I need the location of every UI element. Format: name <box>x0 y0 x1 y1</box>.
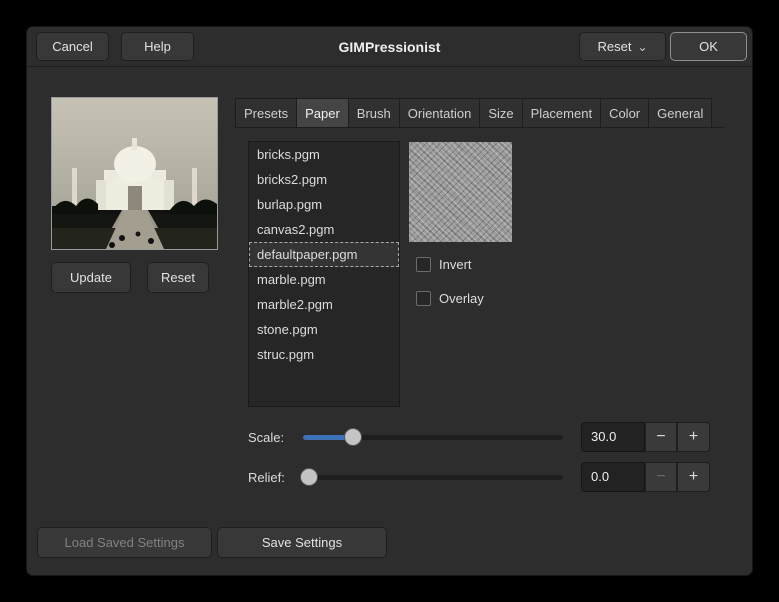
gimpressionist-dialog: Cancel Help GIMPressionist Reset⌄ OK <box>26 26 753 576</box>
list-item[interactable]: marble2.pgm <box>249 292 399 317</box>
invert-checkbox-row: Invert <box>416 257 472 272</box>
tab-size[interactable]: Size <box>480 98 522 127</box>
scale-label: Scale: <box>248 430 284 445</box>
chevron-down-icon: ⌄ <box>637 40 647 54</box>
tab-general[interactable]: General <box>649 98 712 127</box>
preview-image <box>51 97 218 250</box>
tab-placement[interactable]: Placement <box>523 98 601 127</box>
overlay-label: Overlay <box>439 291 484 306</box>
reset-menu-label: Reset <box>597 39 631 54</box>
dialog-header: Cancel Help GIMPressionist Reset⌄ OK <box>27 27 752 67</box>
load-saved-settings-button[interactable]: Load Saved Settings <box>37 527 212 558</box>
relief-slider-handle[interactable] <box>300 468 318 486</box>
list-item[interactable]: marble.pgm <box>249 267 399 292</box>
list-item-selected[interactable]: defaultpaper.pgm <box>249 242 399 267</box>
relief-label: Relief: <box>248 470 285 485</box>
scale-slider-handle[interactable] <box>344 428 362 446</box>
preview-reset-button[interactable]: Reset <box>147 262 209 293</box>
invert-label: Invert <box>439 257 472 272</box>
scale-value-field[interactable]: 30.0 <box>581 422 645 452</box>
list-item[interactable]: canvas2.pgm <box>249 217 399 242</box>
list-item[interactable]: burlap.pgm <box>249 192 399 217</box>
overlay-checkbox-row: Overlay <box>416 291 484 306</box>
tab-orientation[interactable]: Orientation <box>400 98 481 127</box>
tab-color[interactable]: Color <box>601 98 649 127</box>
update-button[interactable]: Update <box>51 262 131 293</box>
tab-brush[interactable]: Brush <box>349 98 400 127</box>
relief-slider-track[interactable] <box>303 475 563 480</box>
invert-checkbox[interactable] <box>416 257 431 272</box>
tab-presets[interactable]: Presets <box>235 98 297 127</box>
relief-value-field[interactable]: 0.0 <box>581 462 645 492</box>
paper-texture-preview <box>409 142 512 242</box>
ok-button[interactable]: OK <box>670 32 747 61</box>
paper-file-list: bricks.pgm bricks2.pgm burlap.pgm canvas… <box>248 141 400 407</box>
list-item[interactable]: struc.pgm <box>249 342 399 367</box>
reset-menu-button[interactable]: Reset ⌄ <box>579 32 666 61</box>
scale-increment-button[interactable]: + <box>677 422 710 452</box>
notebook-tabs: Presets Paper Brush Orientation Size Pla… <box>235 98 725 128</box>
scale-decrement-button[interactable]: − <box>645 422 677 452</box>
relief-decrement-button[interactable]: − <box>645 462 677 492</box>
overlay-checkbox[interactable] <box>416 291 431 306</box>
save-settings-button[interactable]: Save Settings <box>217 527 387 558</box>
list-item[interactable]: stone.pgm <box>249 317 399 342</box>
list-item[interactable]: bricks2.pgm <box>249 167 399 192</box>
tab-paper[interactable]: Paper <box>297 98 349 127</box>
taj-mahal-preview-art <box>52 98 217 249</box>
list-item[interactable]: bricks.pgm <box>249 142 399 167</box>
relief-increment-button[interactable]: + <box>677 462 710 492</box>
